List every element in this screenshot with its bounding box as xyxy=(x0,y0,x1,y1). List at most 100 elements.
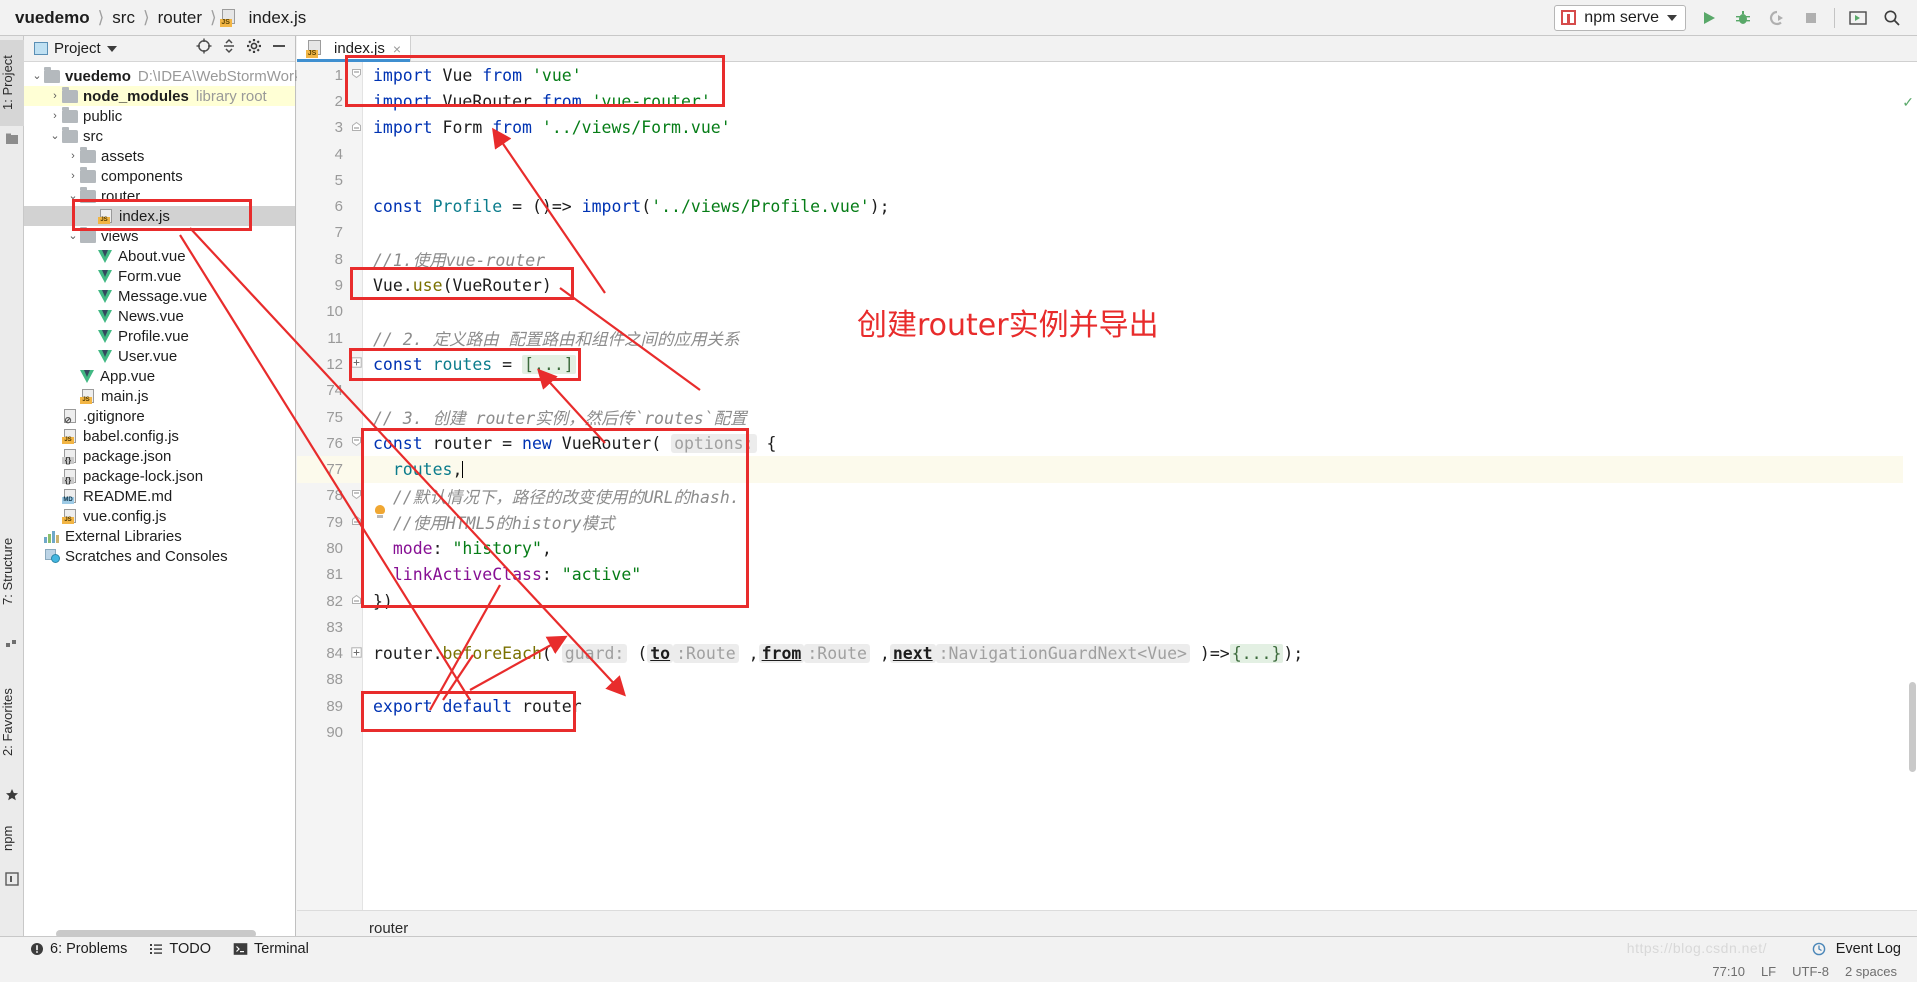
run-icon[interactable] xyxy=(1698,7,1720,29)
code-line[interactable]: 10 xyxy=(297,299,1917,325)
tree-node[interactable]: About.vue xyxy=(24,246,295,266)
code-line[interactable]: 82}) xyxy=(297,588,1917,614)
code-fold-toggle-icon[interactable] xyxy=(349,646,363,661)
stop-icon[interactable] xyxy=(1800,7,1822,29)
breadcrumb-item-file[interactable]: index.js xyxy=(244,8,312,28)
hide-panel-icon[interactable] xyxy=(271,38,287,59)
code-line[interactable]: 76 const router = new VueRouter( options:… xyxy=(297,430,1917,456)
breadcrumb-item-project[interactable]: vuedemo xyxy=(10,8,95,28)
code-fold-toggle-icon[interactable] xyxy=(349,515,363,529)
star-icon[interactable] xyxy=(5,788,19,802)
code-line[interactable]: 12 const routes = [...] xyxy=(297,351,1917,377)
code-line[interactable]: 78 //默认情况下，路径的改变使用的URL的hash. xyxy=(297,483,1917,509)
code-line[interactable]: 3 import Form from '../views/Form.vue' xyxy=(297,115,1917,141)
code-line[interactable]: 8 //1.使用vue-router xyxy=(297,246,1917,272)
tree-node[interactable]: Profile.vue xyxy=(24,326,295,346)
project-panel-title[interactable]: Project xyxy=(54,40,101,57)
chevron-down-icon[interactable]: ⌄ xyxy=(48,131,62,142)
tool-tab-npm[interactable]: npm xyxy=(0,814,24,862)
tree-node[interactable]: › node_modules library root xyxy=(24,86,295,106)
caret-position[interactable]: 77:10 xyxy=(1712,964,1745,979)
collapse-all-icon[interactable] xyxy=(221,38,237,59)
code-line[interactable]: 77 routes, xyxy=(297,456,1917,483)
tree-node[interactable]: News.vue xyxy=(24,306,295,326)
run-configuration-selector[interactable]: npm serve xyxy=(1554,4,1686,31)
code-line[interactable]: 81 linkActiveClass: "active" xyxy=(297,562,1917,588)
code-line[interactable]: 83 xyxy=(297,614,1917,640)
code-line[interactable]: 7 xyxy=(297,220,1917,246)
indent-setting[interactable]: 2 spaces xyxy=(1845,964,1897,979)
tree-node[interactable]: {} package-lock.json xyxy=(24,466,295,486)
chevron-right-icon[interactable]: › xyxy=(48,110,62,122)
tree-node[interactable]: ⌄ views xyxy=(24,226,295,246)
gear-icon[interactable] xyxy=(246,38,262,59)
bottom-item-problems[interactable]: 6: Problems xyxy=(30,941,127,957)
breadcrumb-item-src[interactable]: src xyxy=(107,8,140,28)
tree-node[interactable]: Scratches and Consoles xyxy=(24,546,295,566)
code-line[interactable]: 74 xyxy=(297,378,1917,404)
chevron-down-icon[interactable]: ⌄ xyxy=(66,231,80,242)
tree-node[interactable]: › assets xyxy=(24,146,295,166)
code-line[interactable]: 9 Vue.use(VueRouter) xyxy=(297,272,1917,298)
tree-node[interactable]: › public xyxy=(24,106,295,126)
code-line[interactable]: 89 export default router xyxy=(297,693,1917,719)
tree-node[interactable]: External Libraries xyxy=(24,526,295,546)
code-line[interactable]: 79 //使用HTML5的history模式 xyxy=(297,509,1917,535)
code-line[interactable]: 75 // 3. 创建 router实例，然后传`routes`配置 xyxy=(297,404,1917,430)
code-fold-toggle-icon[interactable] xyxy=(349,489,363,503)
tree-node[interactable]: App.vue xyxy=(24,366,295,386)
tree-node[interactable]: ⌄ src xyxy=(24,126,295,146)
tree-node[interactable]: JS vue.config.js xyxy=(24,506,295,526)
code-fold-toggle-icon[interactable] xyxy=(349,121,363,135)
tree-node[interactable]: ⌄ router xyxy=(24,186,295,206)
code-line[interactable]: 11 // 2. 定义路由 配置路由和组件之间的应用关系 xyxy=(297,325,1917,351)
code-line[interactable]: 5 xyxy=(297,167,1917,193)
close-icon[interactable]: × xyxy=(393,41,401,57)
code-line[interactable]: 90 xyxy=(297,719,1917,745)
intention-bulb-icon[interactable] xyxy=(375,505,385,518)
tree-node[interactable]: ⊘ .gitignore xyxy=(24,406,295,426)
debug-icon[interactable] xyxy=(1732,7,1754,29)
tree-node[interactable]: JS main.js xyxy=(24,386,295,406)
tree-node[interactable]: › components xyxy=(24,166,295,186)
tree-node[interactable]: {} package.json xyxy=(24,446,295,466)
line-separator[interactable]: LF xyxy=(1761,964,1776,979)
code-fold-toggle-icon[interactable] xyxy=(349,436,363,450)
tree-node[interactable]: Form.vue xyxy=(24,266,295,286)
tree-node[interactable]: User.vue xyxy=(24,346,295,366)
tree-node[interactable]: MD README.md xyxy=(24,486,295,506)
code-line[interactable]: 1 import Vue from 'vue' xyxy=(297,62,1917,88)
tree-node[interactable]: JS babel.config.js xyxy=(24,426,295,446)
search-icon[interactable] xyxy=(1881,7,1903,29)
tool-tab-structure[interactable]: 7: Structure xyxy=(0,516,24,626)
editor-scrollbar-thumb[interactable] xyxy=(1909,682,1916,772)
tree-node[interactable]: JS index.js xyxy=(24,206,295,226)
structure-icon[interactable] xyxy=(5,636,19,650)
run-with-coverage-icon[interactable] xyxy=(1766,7,1788,29)
npm-panel-icon[interactable] xyxy=(5,872,19,886)
file-encoding[interactable]: UTF-8 xyxy=(1792,964,1829,979)
tree-node[interactable]: ⌄ vuedemo D:\IDEA\WebStormWorkSpa xyxy=(24,66,328,86)
chevron-down-icon[interactable]: ⌄ xyxy=(66,191,80,202)
chevron-right-icon[interactable]: › xyxy=(48,90,62,102)
breadcrumb-item-router[interactable]: router xyxy=(153,8,207,28)
code-fold-toggle-icon[interactable] xyxy=(349,68,363,82)
editor-tab-index-js[interactable]: JS index.js × xyxy=(297,36,412,62)
tree-node[interactable]: Message.vue xyxy=(24,286,295,306)
chevron-right-icon[interactable]: › xyxy=(66,150,80,162)
terminal-icon[interactable] xyxy=(1847,7,1869,29)
chevron-right-icon[interactable]: › xyxy=(66,170,80,182)
code-line[interactable]: 4 xyxy=(297,141,1917,167)
error-stripe-gutter[interactable]: ✓ xyxy=(1902,62,1917,910)
bottom-item-todo[interactable]: TODO xyxy=(149,941,211,957)
code-line[interactable]: 80 mode: "history", xyxy=(297,535,1917,561)
folder-icon[interactable] xyxy=(5,132,19,146)
code-line[interactable]: 88 xyxy=(297,667,1917,693)
event-log-label[interactable]: Event Log xyxy=(1836,941,1901,957)
bottom-item-terminal[interactable]: Terminal xyxy=(233,941,309,957)
code-fold-toggle-icon[interactable] xyxy=(349,357,363,371)
tool-tab-project[interactable]: 1: Project xyxy=(0,40,24,126)
code-line[interactable]: 84 router.beforeEach( guard: (to:Route ,f… xyxy=(297,641,1917,667)
code-fold-toggle-icon[interactable] xyxy=(349,594,363,608)
chevron-down-icon[interactable]: ⌄ xyxy=(30,71,44,82)
